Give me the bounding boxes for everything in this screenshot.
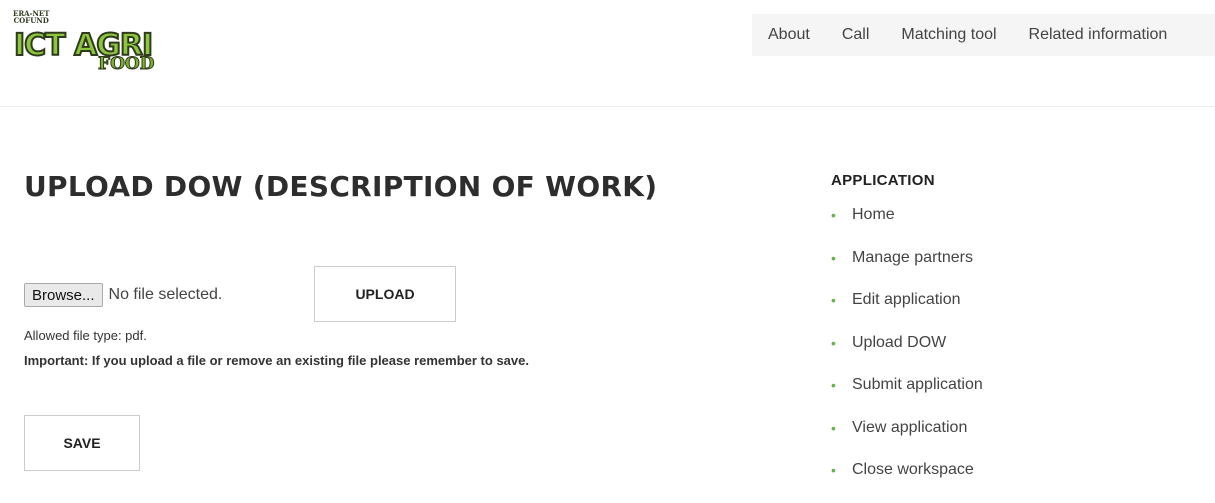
file-status-text: No file selected.: [108, 286, 223, 303]
bullet-icon: •: [831, 292, 836, 308]
sidebar-item-label: Manage partners: [852, 248, 973, 266]
upload-button[interactable]: UPLOAD: [314, 266, 456, 322]
sidebar-item-submit-application[interactable]: • Submit application: [831, 375, 983, 418]
nav-item-call[interactable]: Call: [826, 26, 886, 44]
allowed-file-type-text: Allowed file type: pdf.: [24, 328, 147, 343]
bullet-icon: •: [831, 377, 836, 393]
bullet-icon: •: [831, 419, 836, 436]
sidebar-menu: • Home • Manage partners • Edit applicat…: [831, 205, 983, 503]
sidebar-item-label: Edit application: [852, 291, 961, 308]
nav-item-about[interactable]: About: [752, 26, 826, 44]
logo-tagline: ERA-NET COFUND: [13, 10, 49, 24]
sidebar-item-manage-partners[interactable]: • Manage partners: [831, 248, 983, 291]
main-nav: About Call Matching tool Related informa…: [752, 14, 1215, 56]
important-notice-text: Important: If you upload a file or remov…: [24, 353, 529, 368]
application-sidebar: APPLICATION • Home • Manage partners • E…: [831, 172, 1191, 478]
sidebar-title: APPLICATION: [831, 172, 935, 189]
site-header: ERA-NET COFUND ICT AGRI FOOD About Call …: [0, 0, 1215, 107]
sidebar-item-label: View application: [852, 418, 968, 436]
page-title: UPLOAD DOW (DESCRIPTION OF WORK): [24, 170, 658, 203]
browse-button[interactable]: Browse...: [24, 283, 103, 307]
bullet-icon: •: [831, 334, 836, 351]
sidebar-item-label: Submit application: [852, 376, 983, 393]
sidebar-item-edit-application[interactable]: • Edit application: [831, 290, 983, 333]
ict-agri-food-logo[interactable]: ERA-NET COFUND ICT AGRI FOOD: [10, 10, 170, 76]
sidebar-item-label: Upload DOW: [852, 333, 947, 351]
sidebar-item-close-workspace[interactable]: • Close workspace: [831, 460, 983, 503]
sidebar-item-label: Close workspace: [852, 461, 974, 478]
save-button[interactable]: SAVE: [24, 415, 140, 471]
logo-sub-text: FOOD: [97, 54, 155, 75]
file-input: Browse... No file selected.: [24, 283, 222, 307]
sidebar-item-upload-dow[interactable]: • Upload DOW: [831, 333, 983, 376]
bullet-icon: •: [831, 462, 836, 478]
bullet-icon: •: [831, 249, 836, 266]
sidebar-item-label: Home: [852, 206, 895, 223]
bullet-icon: •: [831, 207, 836, 223]
nav-item-related-information[interactable]: Related information: [1013, 26, 1184, 44]
nav-item-matching-tool[interactable]: Matching tool: [885, 26, 1012, 44]
sidebar-item-view-application[interactable]: • View application: [831, 418, 983, 461]
logo-tagline-line2: COFUND: [13, 16, 49, 25]
sidebar-item-home[interactable]: • Home: [831, 205, 983, 248]
